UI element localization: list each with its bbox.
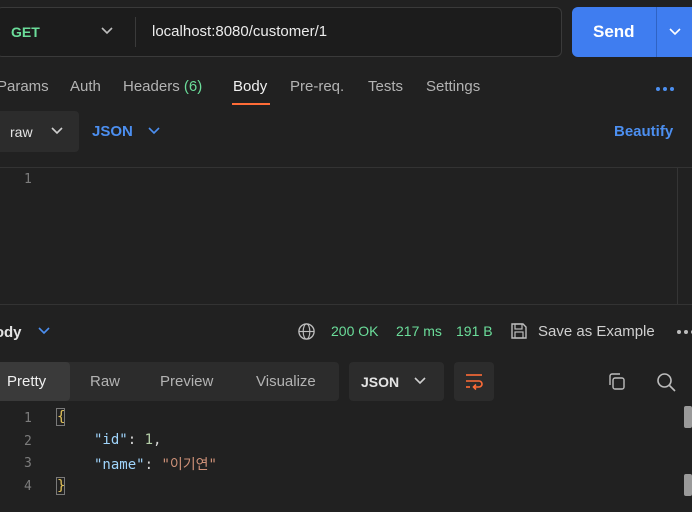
tab-headers-label: Headers xyxy=(123,78,180,95)
more-icon[interactable] xyxy=(676,329,692,335)
more-icon[interactable] xyxy=(655,86,675,92)
tab-body[interactable]: Body xyxy=(233,78,267,95)
scrollbar[interactable] xyxy=(684,474,692,496)
save-icon[interactable] xyxy=(510,322,528,340)
code-close-brace: } xyxy=(57,478,66,494)
tab-settings[interactable]: Settings xyxy=(426,78,480,95)
search-icon[interactable] xyxy=(656,372,676,392)
json-key: "id" xyxy=(94,432,128,448)
tab-headers[interactable]: Headers (6) xyxy=(123,78,202,95)
line-number: 1 xyxy=(24,172,32,187)
body-language-select[interactable]: JSON xyxy=(92,123,133,140)
tab-params[interactable]: Params xyxy=(0,78,49,95)
chevron-down-icon[interactable] xyxy=(51,126,63,136)
format-label[interactable]: JSON xyxy=(361,374,399,390)
scrollbar[interactable] xyxy=(684,406,692,428)
divider xyxy=(135,17,136,47)
tab-pretty[interactable]: Pretty xyxy=(7,373,46,390)
divider xyxy=(0,167,692,168)
resize-handle[interactable] xyxy=(0,304,692,305)
copy-icon[interactable] xyxy=(607,372,626,391)
url-input[interactable]: localhost:8080/customer/1 xyxy=(152,23,327,40)
wrap-icon[interactable] xyxy=(463,371,485,391)
line-number: 3 xyxy=(24,456,32,471)
headers-count: (6) xyxy=(183,78,203,95)
chevron-down-icon[interactable] xyxy=(38,326,50,336)
tab-tests[interactable]: Tests xyxy=(368,78,403,95)
line-number: 1 xyxy=(24,411,32,426)
save-as-example-button[interactable]: Save as Example xyxy=(538,323,655,340)
json-value: 1 xyxy=(144,432,154,448)
response-body-label: Body xyxy=(0,324,22,341)
send-button-label[interactable]: Send xyxy=(593,22,635,42)
active-tab-indicator xyxy=(232,103,270,105)
globe-icon[interactable] xyxy=(297,322,316,341)
tab-auth[interactable]: Auth xyxy=(70,78,101,95)
json-key: "name" xyxy=(94,457,145,473)
tab-prereq[interactable]: Pre-req. xyxy=(290,78,344,95)
chevron-down-icon[interactable] xyxy=(100,25,114,37)
code-line-id: "id": 1, xyxy=(94,432,162,448)
code-open-brace: { xyxy=(57,409,66,425)
line-number: 2 xyxy=(24,434,32,449)
beautify-button[interactable]: Beautify xyxy=(614,123,673,140)
response-body-select[interactable]: Body xyxy=(0,324,22,341)
status-badge[interactable]: 200 OK xyxy=(331,323,378,339)
body-mode-label[interactable]: raw xyxy=(10,124,33,140)
tab-visualize[interactable]: Visualize xyxy=(256,373,316,390)
chevron-down-icon[interactable] xyxy=(414,376,426,386)
divider xyxy=(677,168,678,304)
tab-raw[interactable]: Raw xyxy=(90,373,120,390)
method-select[interactable]: GET xyxy=(11,24,40,40)
chevron-down-icon[interactable] xyxy=(148,126,160,136)
code-line-name: "name": "이기연" xyxy=(94,457,217,473)
send-divider xyxy=(656,7,657,57)
chevron-down-icon[interactable] xyxy=(668,26,682,38)
response-size[interactable]: 191 B xyxy=(456,323,493,339)
line-number: 4 xyxy=(24,479,32,494)
json-value: "이기연" xyxy=(161,457,217,473)
tab-preview[interactable]: Preview xyxy=(160,373,213,390)
response-time[interactable]: 217 ms xyxy=(396,323,442,339)
